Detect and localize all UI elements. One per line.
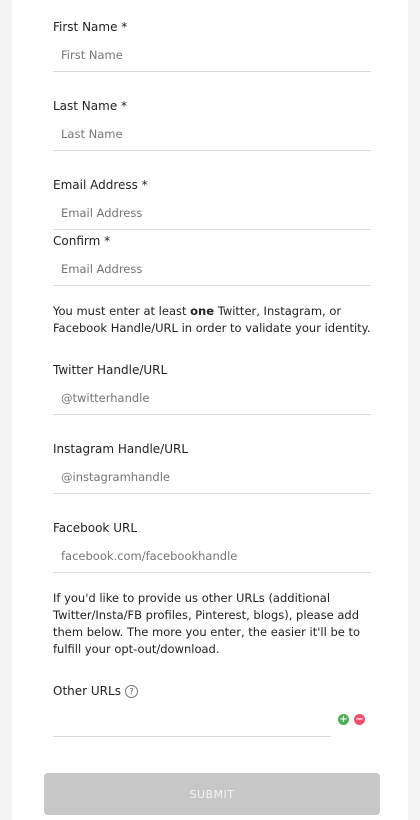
remove-url-icon[interactable]: − xyxy=(354,714,365,725)
identity-note-start: You must enter at least xyxy=(53,304,191,318)
other-urls-label-text: Other URLs xyxy=(53,684,121,698)
instagram-input[interactable] xyxy=(53,460,371,494)
first-name-label: First Name * xyxy=(53,20,128,34)
opt-out-form: First Name * Last Name * Email Address *… xyxy=(12,0,408,820)
facebook-label: Facebook URL xyxy=(53,521,138,535)
other-urls-note: If you'd like to provide us other URLs (… xyxy=(53,591,361,656)
identity-note: You must enter at least one Twitter, Ins… xyxy=(53,303,373,337)
last-name-label: Last Name * xyxy=(53,99,128,113)
confirm-email-input[interactable] xyxy=(53,252,371,286)
add-url-icon[interactable]: + xyxy=(338,714,349,725)
other-urls-label: Other URLs? xyxy=(53,684,138,698)
twitter-input[interactable] xyxy=(53,381,371,415)
confirm-email-label: Confirm * xyxy=(53,234,111,248)
last-name-input[interactable] xyxy=(53,117,371,151)
email-label: Email Address * xyxy=(53,178,148,192)
other-urls-input[interactable] xyxy=(53,703,331,737)
email-input[interactable] xyxy=(53,196,371,230)
facebook-input[interactable] xyxy=(53,539,371,573)
submit-button[interactable]: SUBMIT xyxy=(44,773,380,815)
first-name-input[interactable] xyxy=(53,38,371,72)
twitter-label: Twitter Handle/URL xyxy=(53,363,168,377)
instagram-label: Instagram Handle/URL xyxy=(53,442,189,456)
help-icon[interactable]: ? xyxy=(124,685,138,698)
identity-note-emphasis: one xyxy=(190,304,215,318)
